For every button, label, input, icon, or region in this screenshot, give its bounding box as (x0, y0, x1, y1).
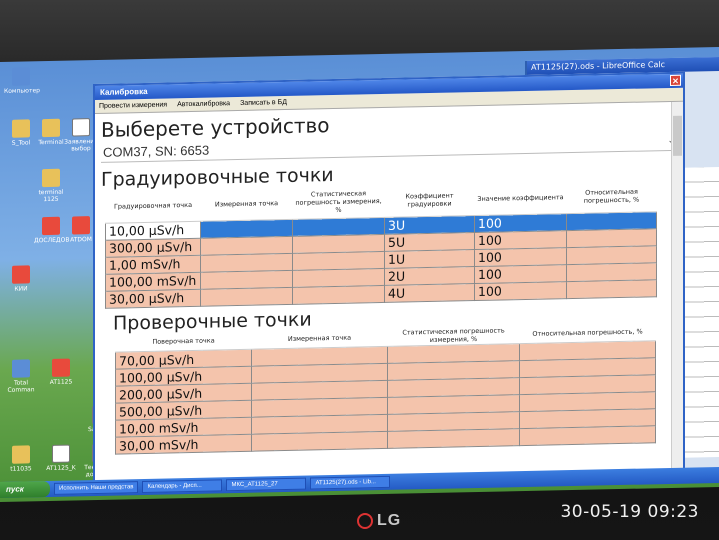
desktop-icon[interactable]: Компьютер (4, 67, 40, 95)
column-header: Измеренная точка (200, 186, 293, 221)
column-header: Значение коэффициента (474, 181, 567, 216)
dialog-body: Выберете устройство COM37, SN: 6653 ⌄ Гр… (95, 101, 683, 482)
table-cell[interactable] (566, 228, 657, 248)
close-icon[interactable]: ✕ (670, 74, 681, 86)
table-cell[interactable] (566, 262, 657, 282)
lg-logo-icon (357, 512, 373, 529)
desktop-icon[interactable]: AT1125_K (44, 444, 78, 472)
folder-icon (42, 118, 60, 138)
table-cell[interactable] (519, 425, 656, 446)
pdf-icon (42, 216, 60, 236)
table-cell[interactable]: 10,00 µSv/h (105, 220, 201, 240)
folder-icon (12, 445, 30, 464)
table-cell[interactable]: 2U (384, 266, 475, 285)
folder-icon (42, 168, 60, 188)
app-icon (12, 265, 30, 284)
table-cell[interactable]: 100,00 mSv/h (105, 271, 201, 291)
taskbar-item[interactable]: Календарь - Дисп... (142, 479, 223, 494)
table-cell[interactable] (566, 245, 657, 265)
total-commander-icon (12, 359, 30, 378)
taskbar-item[interactable]: МКС_AT1125_27 (226, 477, 307, 492)
dialog-title: Калибровка (100, 86, 148, 97)
menu-item-measure[interactable]: Провести измерения (99, 101, 167, 109)
table-cell[interactable] (387, 428, 520, 449)
calibration-dialog: Калибровка ✕ Провести измерения Автокали… (93, 71, 685, 485)
table-cell[interactable] (566, 211, 657, 231)
table-cell[interactable]: 5U (384, 232, 475, 251)
menu-item-save-db[interactable]: Записать в БД (240, 99, 287, 107)
column-header: Градуировочная точка (105, 188, 201, 223)
column-header: Статистическая погрешность измерения, % (292, 184, 385, 219)
table-cell[interactable] (566, 279, 657, 299)
folder-icon (12, 119, 30, 138)
pdf-icon (52, 358, 70, 377)
desktop-icon[interactable]: S_Tool (4, 119, 38, 147)
desktop-icon[interactable]: AT1125 (44, 358, 78, 386)
table-cell[interactable]: 100 (474, 247, 567, 267)
table-cell[interactable] (200, 286, 293, 306)
desktop-icon[interactable]: terminal 1125 (34, 168, 68, 204)
table-cell[interactable]: 100 (474, 213, 567, 233)
desktop-icon[interactable]: Terminal (34, 118, 68, 147)
scrollbar-thumb[interactable] (673, 115, 682, 156)
table-cell[interactable] (292, 267, 385, 287)
table-cell[interactable]: 100 (474, 281, 567, 301)
table-cell[interactable] (251, 431, 388, 452)
computer-icon (12, 67, 30, 86)
table-cell[interactable] (292, 233, 385, 253)
table-cell[interactable]: 4U (384, 283, 475, 302)
table-cell[interactable] (200, 218, 293, 238)
table-cell[interactable]: 30,00 mSv/h (115, 434, 252, 455)
table-cell[interactable] (200, 252, 293, 272)
desktop-icon[interactable]: КИИ (4, 265, 38, 293)
table-cell[interactable] (292, 216, 385, 236)
taskbar-item[interactable]: AT1125(27).ods - Lib... (310, 475, 391, 490)
table-cell[interactable]: 3U (384, 215, 475, 234)
table-cell[interactable]: 1U (384, 249, 475, 268)
desktop-icon[interactable]: ДОСЛЕДОВ (34, 216, 69, 244)
desktop-icon[interactable]: t11035 (4, 445, 38, 473)
document-icon (52, 444, 70, 463)
start-button[interactable]: пуск (0, 480, 50, 498)
table-cell[interactable] (292, 250, 385, 270)
desktop-screen: Компьютер S_Tool Terminal Заявления выбо… (0, 46, 719, 503)
table-cell[interactable]: 30,00 µSv/h (105, 288, 201, 308)
photo-timestamp: 30-05-19 09:23 (560, 502, 699, 522)
table-cell[interactable]: 100 (474, 264, 567, 284)
monitor-logo: LG (357, 512, 401, 530)
table-cell[interactable]: 100 (474, 230, 567, 250)
column-header: Относительная погрешность, % (566, 179, 657, 214)
device-select-value: COM37, SN: 6653 (103, 142, 210, 160)
desktop-icon[interactable]: Total Comman (4, 359, 38, 394)
pdf-icon (72, 216, 90, 235)
column-header: Коэффициент градуировки (384, 183, 475, 217)
dialog-scrollbar[interactable] (671, 101, 683, 470)
table-cell[interactable]: 300,00 µSv/h (105, 237, 201, 257)
table-cell[interactable] (200, 235, 293, 255)
check-table: Поверочная точка Измеренная точка Статис… (115, 322, 656, 455)
grad-table: Градуировочная точка Измеренная точка Ст… (105, 179, 657, 308)
taskbar-item[interactable]: Исполнить Наши представ (54, 481, 139, 495)
document-icon (72, 118, 90, 137)
menu-item-autocalibration[interactable]: Автокалибровка (177, 100, 230, 108)
table-cell[interactable] (292, 284, 385, 304)
table-cell[interactable] (200, 269, 293, 289)
table-cell[interactable]: 1,00 mSv/h (105, 254, 201, 274)
